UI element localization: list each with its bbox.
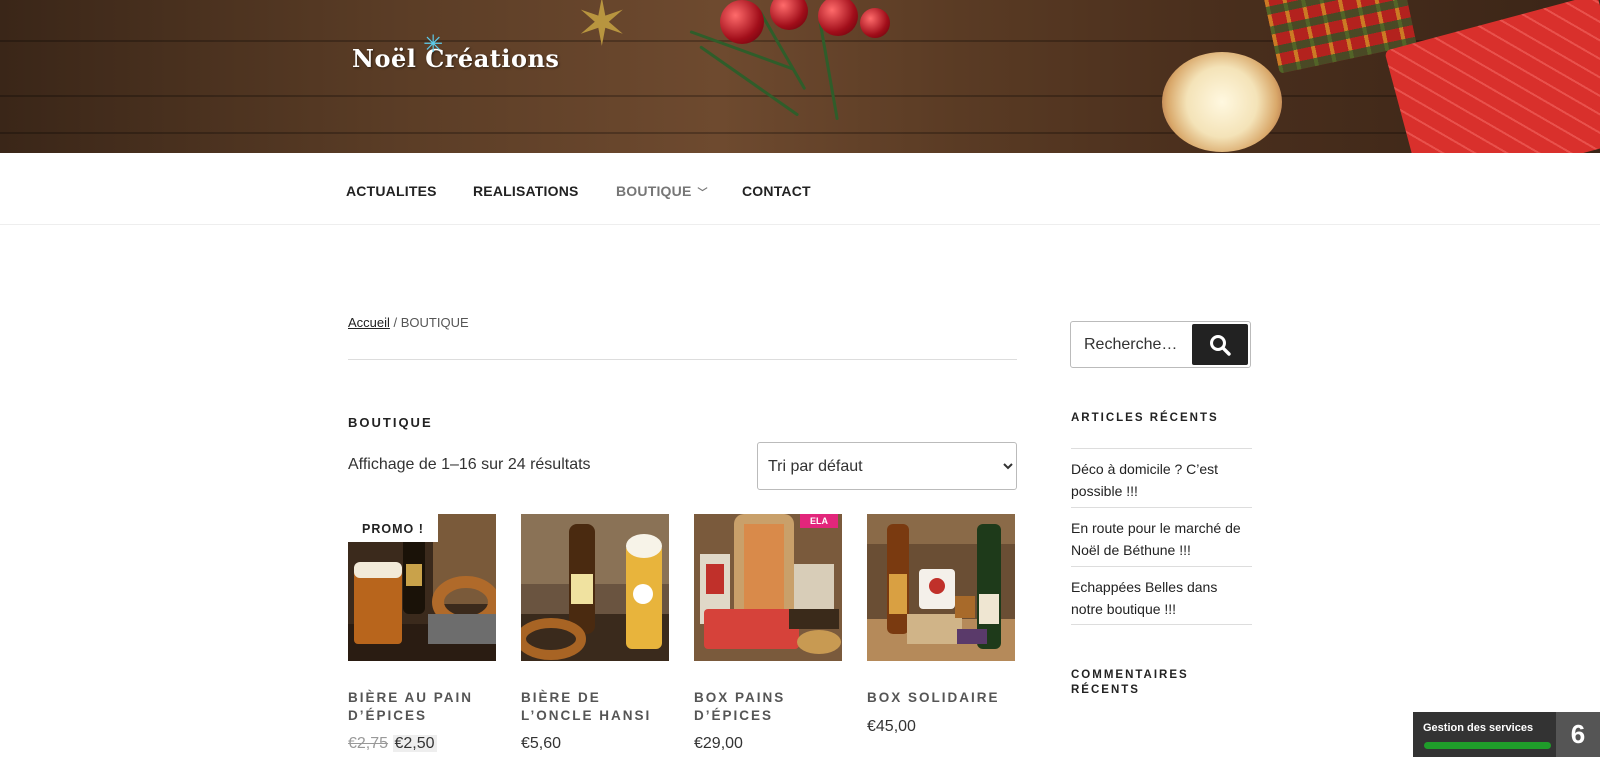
product-price: €2,75 €2,50	[348, 735, 437, 753]
product-name[interactable]: BIÈRE AU PAIN D’ÉPICES	[348, 689, 498, 725]
search-button[interactable]	[1192, 324, 1248, 365]
product-card[interactable]: PROMO ! BIÈRE AU PAIN D’ÉPICES €2,75 €2,…	[348, 514, 496, 752]
services-label: Gestion des services	[1423, 722, 1534, 734]
search-icon	[1210, 334, 1231, 356]
product-image[interactable]: PROMO !	[348, 514, 496, 661]
breadcrumb-separator: /	[389, 315, 401, 330]
services-status-bar	[1424, 742, 1551, 749]
ela-badge: ELA	[800, 514, 838, 528]
main-navigation: ACTUALITES REALISATIONS BOUTIQUE ﹀ CONTAC…	[0, 153, 1600, 225]
result-count: Affichage de 1–16 sur 24 résultats	[348, 456, 591, 473]
product-card[interactable]: ELA BOX PAINS D’ÉPICES €29,00	[694, 514, 842, 752]
product-card[interactable]: BIÈRE DE L’ONCLE HANSI €5,60	[521, 514, 669, 752]
page-title: BOUTIQUE	[348, 415, 433, 430]
product-image[interactable]	[867, 514, 1015, 661]
search-input[interactable]	[1072, 323, 1192, 366]
nav-item-contact[interactable]: CONTACT	[742, 183, 811, 199]
product-price: €29,00	[694, 735, 743, 752]
nav-item-label: BOUTIQUE	[616, 183, 692, 199]
nav-item-boutique[interactable]: BOUTIQUE ﹀	[616, 183, 708, 199]
recent-articles-list: Déco à domicile ? C’est possible !!! En …	[1071, 448, 1252, 625]
price-old: €2,75	[348, 735, 389, 752]
snowflake-icon: ✳	[423, 30, 444, 58]
services-count: 6	[1556, 712, 1600, 757]
promo-badge: PROMO !	[348, 514, 438, 542]
product-image[interactable]	[521, 514, 669, 661]
search-form	[1070, 321, 1251, 368]
product-image[interactable]: ELA	[694, 514, 842, 661]
sort-select[interactable]: Tri par défaut	[757, 442, 1017, 490]
product-name[interactable]: BOX SOLIDAIRE	[867, 689, 1017, 707]
breadcrumb: Accueil / BOUTIQUE	[348, 315, 469, 330]
product-price: €5,60	[521, 735, 562, 752]
price-new: €2,50	[392, 735, 437, 752]
breadcrumb-home-link[interactable]: Accueil	[348, 315, 390, 330]
site-logo[interactable]: Noël Créations	[352, 44, 559, 73]
list-item[interactable]: Déco à domicile ? C’est possible !!!	[1071, 448, 1252, 507]
chevron-down-icon: ﹀	[697, 188, 708, 199]
product-name[interactable]: BIÈRE DE L’ONCLE HANSI	[521, 689, 671, 725]
list-item[interactable]: En route pour le marché de Noël de Béthu…	[1071, 507, 1252, 566]
header-banner: ✶	[0, 0, 1600, 153]
services-widget[interactable]: Gestion des services 6	[1413, 712, 1600, 757]
product-name[interactable]: BOX PAINS D’ÉPICES	[694, 689, 844, 725]
list-item[interactable]: Echappées Belles dans notre boutique !!!	[1071, 566, 1252, 625]
nav-item-actualites[interactable]: ACTUALITES	[346, 183, 437, 199]
recent-comments-title: COMMENTAIRES RÉCENTS	[1071, 669, 1189, 696]
nav-item-realisations[interactable]: REALISATIONS	[473, 183, 579, 199]
product-price: €45,00	[867, 718, 916, 735]
product-card[interactable]: BOX SOLIDAIRE €45,00	[867, 514, 1015, 735]
breadcrumb-current: BOUTIQUE	[400, 315, 469, 330]
recent-articles-title: ARTICLES RÉCENTS	[1071, 412, 1219, 424]
divider	[348, 359, 1017, 360]
